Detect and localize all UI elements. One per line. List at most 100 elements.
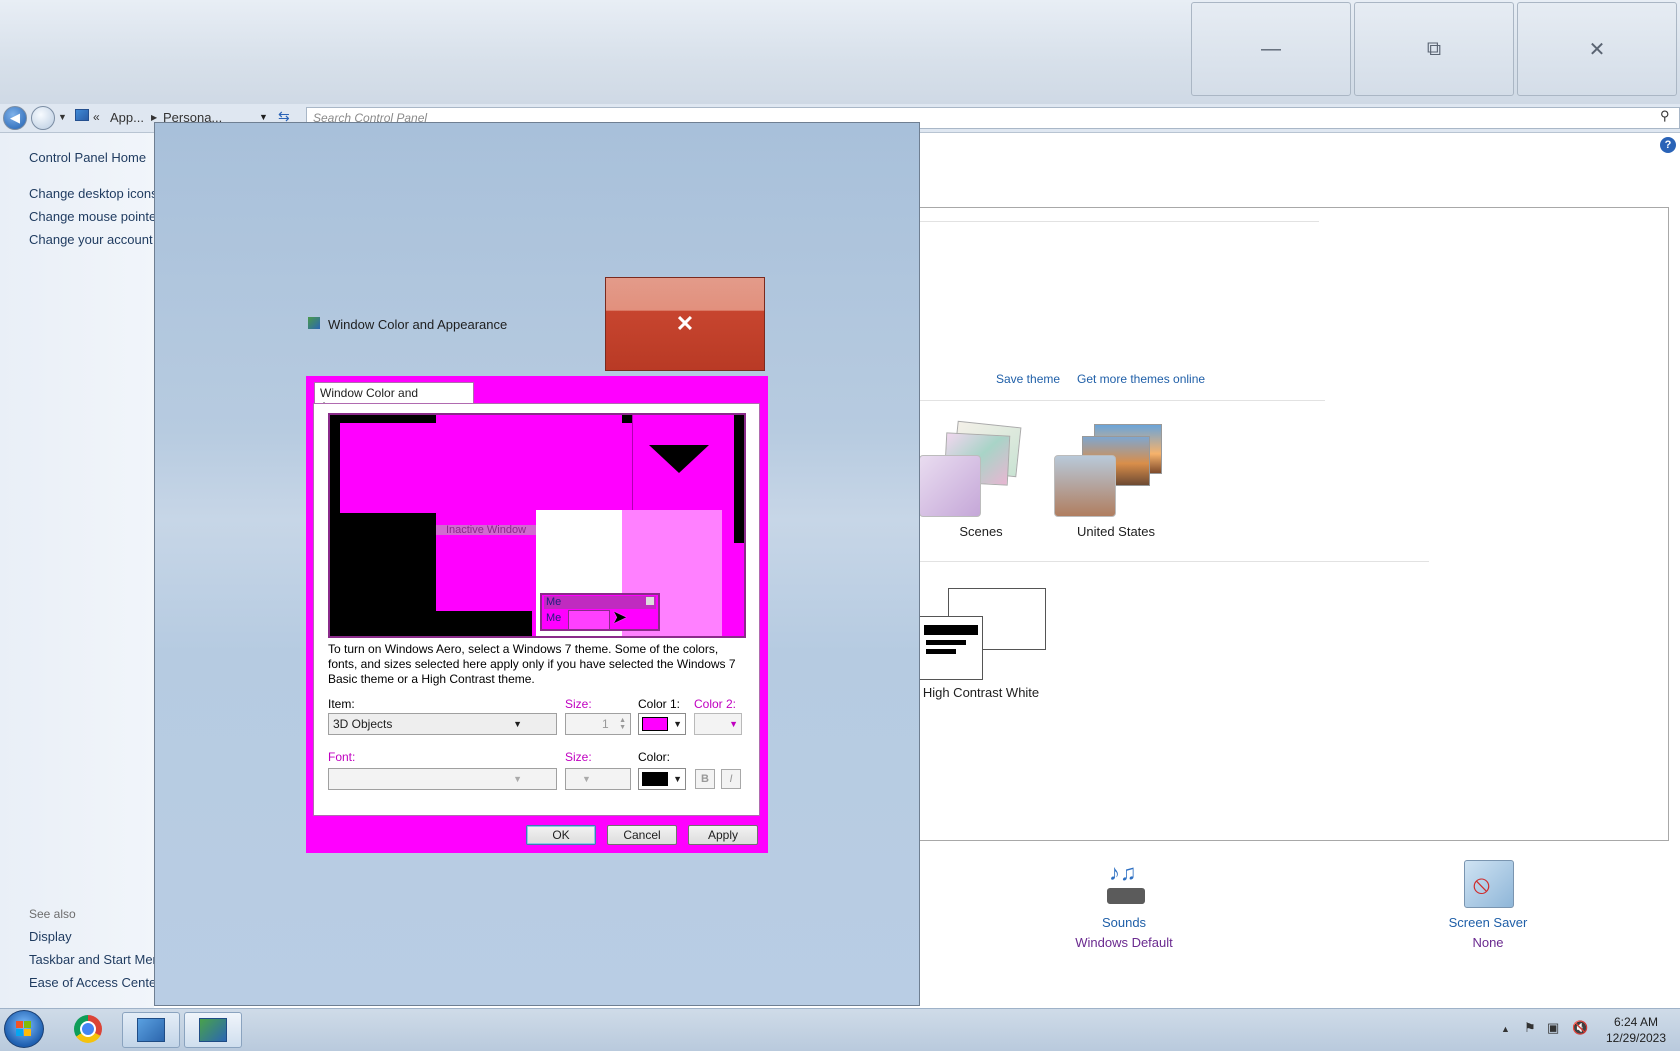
chrome-icon — [74, 1015, 102, 1043]
network-icon[interactable]: ▣ — [1547, 1020, 1559, 1036]
font-select[interactable]: ▼ — [328, 768, 557, 790]
sounds-title: Sounds — [1101, 915, 1147, 930]
item-select[interactable]: 3D Objects ▼ — [328, 713, 557, 735]
breadcrumb-appearance[interactable]: App... — [110, 110, 144, 125]
color2-picker[interactable]: ▼ — [694, 713, 742, 735]
start-button[interactable] — [4, 1010, 44, 1048]
hcw-bar-icon — [924, 625, 978, 635]
breadcrumb-separator-icon[interactable]: ▶ — [151, 113, 157, 122]
apply-button[interactable]: Apply — [688, 825, 758, 845]
ok-button[interactable]: OK — [526, 825, 596, 845]
chevron-down-icon: ▼ — [729, 719, 738, 729]
chevron-down-icon: ▼ — [582, 774, 591, 784]
display-link[interactable]: Display — [29, 929, 72, 944]
preview-scrollbar — [734, 415, 744, 543]
hcw-line-icon — [926, 640, 966, 645]
preview-dropdown-arrow-icon — [649, 445, 709, 473]
sounds-setting[interactable]: ♪♫ Sounds Windows Default — [1064, 858, 1184, 950]
preview-title-strip — [330, 415, 436, 423]
theme-united-states[interactable]: United States — [1054, 420, 1184, 540]
color1-swatch — [642, 717, 668, 731]
help-icon[interactable]: ? — [1660, 137, 1676, 153]
preview-message-text: Me — [546, 596, 562, 608]
left-navigation-pane — [0, 133, 154, 1008]
system-clock[interactable]: 6:24 AM 12/29/2023 — [1596, 1014, 1676, 1046]
font-color-picker[interactable]: ▼ — [638, 768, 686, 790]
chevron-down-icon: ▼ — [673, 774, 682, 784]
divider — [919, 561, 1429, 562]
get-more-themes-link[interactable]: Get more themes online — [1077, 372, 1205, 386]
preview-message-text: Me — [546, 612, 562, 624]
preview-title-strip — [622, 415, 632, 423]
volume-muted-icon[interactable]: 🔇 — [1572, 1020, 1588, 1036]
see-also-heading: See also — [29, 907, 76, 921]
sounds-value: Windows Default — [1075, 935, 1173, 950]
change-account-picture-link[interactable]: Change your account p — [29, 232, 163, 247]
font-color-label: Color: — [638, 750, 671, 764]
taskbar-chrome-button[interactable] — [60, 1012, 116, 1046]
action-center-icon[interactable]: ⚑ — [1524, 1020, 1536, 1036]
change-desktop-icons-link[interactable]: Change desktop icons — [29, 186, 158, 201]
size-stepper[interactable]: 1 ▲ ▼ — [565, 713, 631, 735]
hcw-line-icon — [926, 649, 956, 654]
color1-picker[interactable]: ▼ — [638, 713, 686, 735]
screen-saver-icon: ⦸ — [1464, 860, 1514, 908]
show-hidden-icons-button[interactable]: ▲ — [1501, 1024, 1510, 1034]
font-size-label: Size: — [565, 750, 592, 764]
close-button[interactable]: ✕ — [1517, 2, 1677, 96]
screen-saver-setting[interactable]: ⦸ Screen Saver None — [1428, 858, 1548, 950]
color2-label: Color 2: — [694, 697, 737, 711]
minimize-button[interactable]: — — [1191, 2, 1351, 96]
personalization-icon — [199, 1018, 227, 1042]
cancel-button[interactable]: Cancel — [607, 825, 677, 845]
item-select-value: 3D Objects — [333, 717, 393, 731]
scenes-color-swatch — [919, 455, 981, 517]
close-icon: ✕ — [1588, 38, 1606, 61]
window-color-icon — [308, 317, 320, 329]
recent-pages-dropdown-icon[interactable]: ▼ — [58, 112, 67, 122]
clock-time: 6:24 AM — [1613, 1015, 1659, 1029]
ease-of-access-link[interactable]: Ease of Access Center — [29, 975, 161, 990]
clock-date: 12/29/2023 — [1605, 1031, 1667, 1045]
chevron-down-icon: ▼ — [513, 719, 522, 729]
italic-button[interactable]: I — [721, 769, 741, 789]
preview-message-box: Me Me — [540, 593, 660, 631]
preview-desktop — [436, 611, 532, 636]
save-theme-link[interactable]: Save theme — [996, 372, 1060, 386]
size-label: Size: — [565, 697, 592, 711]
font-label: Font: — [328, 750, 356, 764]
breadcrumb-overflow-icon[interactable]: « — [93, 110, 100, 124]
dialog-close-button[interactable]: ✕ — [605, 277, 765, 371]
minimize-icon: — — [1261, 37, 1281, 60]
color1-label: Color 1: — [638, 697, 681, 711]
aero-info-text: To turn on Windows Aero, select a Window… — [328, 642, 736, 686]
preview-desktop — [330, 423, 340, 636]
control-panel-icon — [75, 109, 89, 121]
back-button[interactable]: ◀ — [3, 106, 27, 130]
theme-high-contrast-white[interactable]: High Contrast White — [919, 588, 1049, 708]
theme-scenes[interactable]: Scenes — [919, 420, 1049, 540]
restore-icon: ⧉ — [1426, 37, 1442, 60]
control-panel-icon — [137, 1018, 165, 1042]
tab-window-color-appearance[interactable]: Window Color and Appearance — [314, 382, 474, 414]
restore-button[interactable]: ⧉ — [1354, 2, 1514, 96]
theme-label: High Contrast White — [922, 685, 1040, 700]
address-dropdown-icon[interactable]: ▼ — [259, 112, 268, 122]
forward-button[interactable] — [31, 106, 55, 130]
font-size-select[interactable]: ▼ — [565, 768, 631, 790]
taskbar — [0, 1008, 1680, 1051]
chevron-down-icon: ▼ — [513, 774, 522, 784]
taskbar-personalization-button[interactable] — [184, 1012, 242, 1048]
theme-label: United States — [1076, 524, 1156, 539]
appearance-preview[interactable]: Inactive Window Me Me — [328, 413, 746, 638]
taskbar-control-panel-button[interactable] — [122, 1012, 180, 1048]
control-panel-home-link[interactable]: Control Panel Home — [29, 150, 146, 165]
taskbar-start-menu-link[interactable]: Taskbar and Start Menu — [29, 952, 167, 967]
inactive-window-title: Inactive Window — [436, 525, 536, 536]
change-mouse-pointers-link[interactable]: Change mouse pointers — [29, 209, 167, 224]
bold-button[interactable]: B — [695, 769, 715, 789]
divider — [919, 221, 1319, 222]
item-label: Item: — [328, 697, 355, 711]
spin-arrows-icon: ▲ ▼ — [619, 717, 626, 731]
search-icon[interactable]: ⚲ — [1660, 108, 1670, 124]
